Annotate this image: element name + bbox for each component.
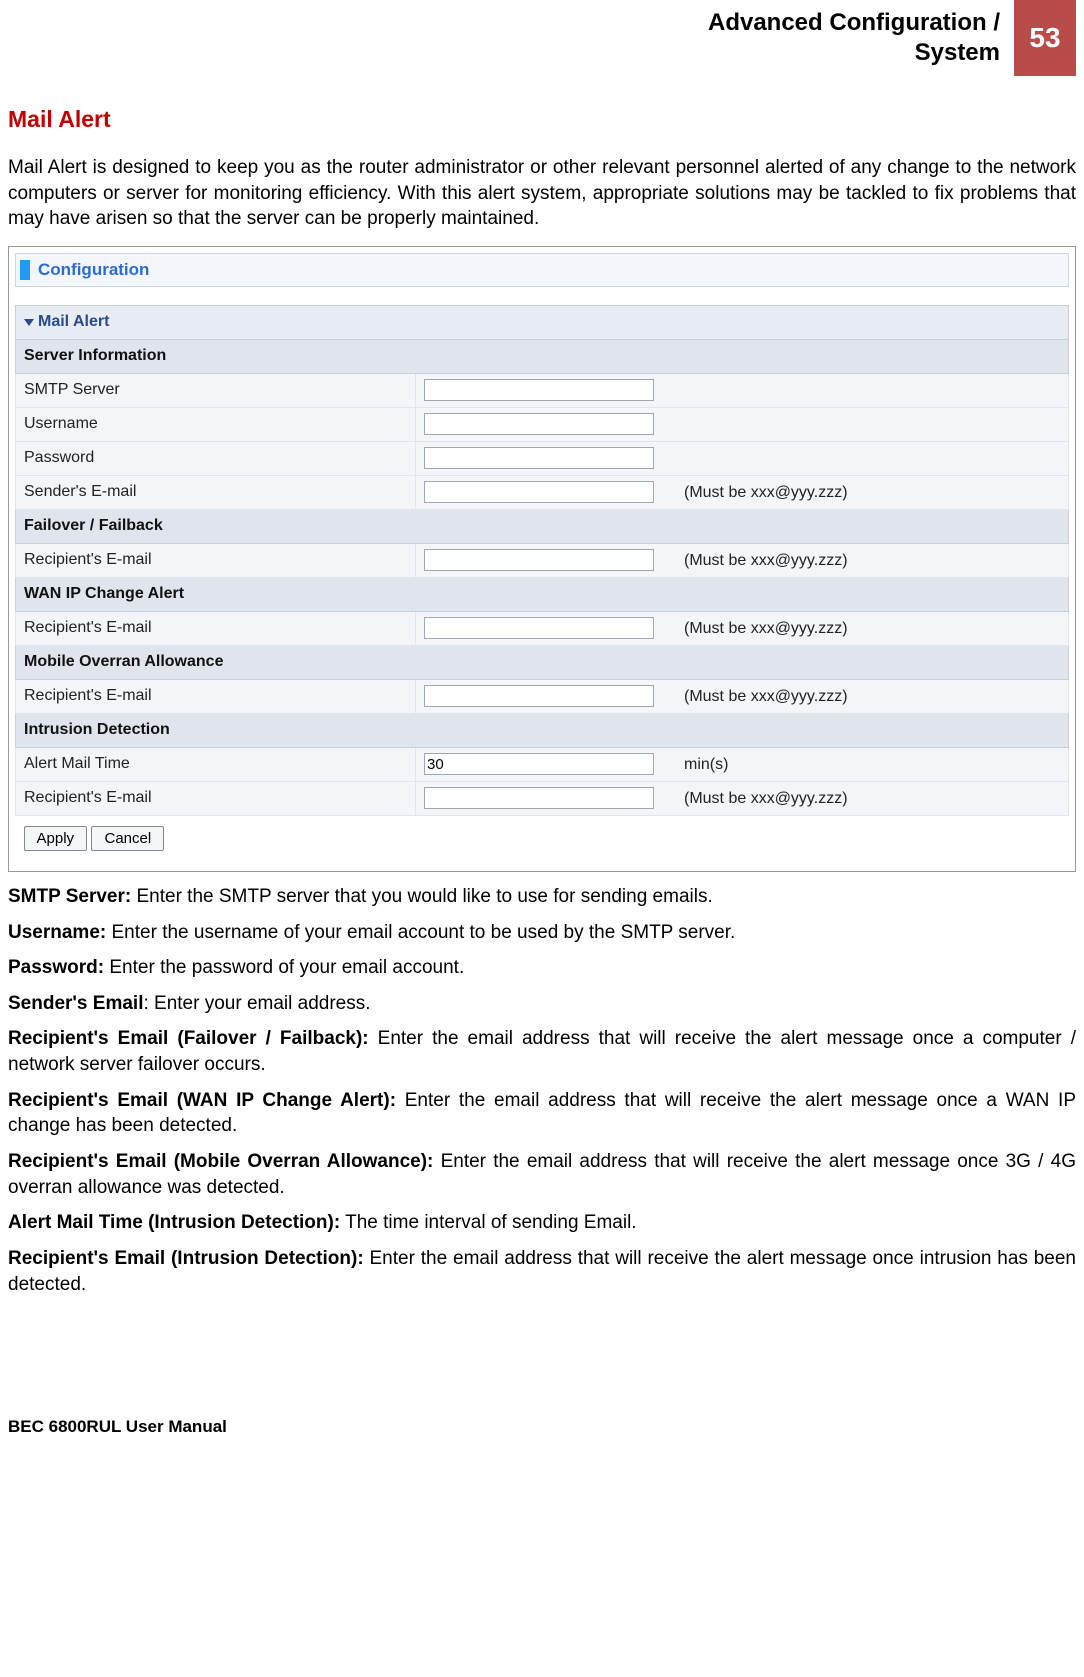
cancel-button[interactable]: Cancel <box>91 826 164 851</box>
footer-manual-title: BEC 6800RUL User Manual <box>8 1417 1076 1437</box>
desc-term: Username: <box>8 922 106 943</box>
desc-term: Recipient's Email (Failover / Failback): <box>8 1028 369 1049</box>
wanip-recipient-input[interactable] <box>424 617 654 639</box>
mobile-recipient-input[interactable] <box>424 685 654 707</box>
page-number-badge: 53 <box>1014 0 1076 76</box>
alert-mail-time-label: Alert Mail Time <box>16 747 416 781</box>
failover-recipient-input[interactable] <box>424 549 654 571</box>
field-descriptions: SMTP Server: Enter the SMTP server that … <box>8 884 1076 1297</box>
config-header-label: Configuration <box>38 260 149 280</box>
section-failover: Failover / Failback <box>16 509 1069 543</box>
panel-title-row[interactable]: Mail Alert <box>16 305 1069 339</box>
email-format-hint: (Must be xxx@yyy.zzz) <box>684 484 848 501</box>
wanip-recipient-label: Recipient's E-mail <box>16 611 416 645</box>
smtp-server-label: SMTP Server <box>16 373 416 407</box>
breadcrumb: Advanced Configuration / System <box>708 0 1014 76</box>
desc-term: Recipient's Email (Intrusion Detection): <box>8 1248 364 1269</box>
chevron-down-icon <box>24 319 34 326</box>
password-input[interactable] <box>424 447 654 469</box>
section-intrusion: Intrusion Detection <box>16 713 1069 747</box>
section-mobile-overran: Mobile Overran Allowance <box>16 645 1069 679</box>
page-header: Advanced Configuration / System 53 <box>8 0 1076 76</box>
accent-bar-icon <box>20 260 30 280</box>
desc-term: Recipient's Email (Mobile Overran Allowa… <box>8 1151 433 1172</box>
desc-term: SMTP Server: <box>8 886 131 907</box>
email-format-hint: (Must be xxx@yyy.zzz) <box>684 688 848 705</box>
intrusion-recipient-input[interactable] <box>424 787 654 809</box>
username-label: Username <box>16 407 416 441</box>
password-label: Password <box>16 441 416 475</box>
intrusion-recipient-label: Recipient's E-mail <box>16 781 416 815</box>
smtp-server-input[interactable] <box>424 379 654 401</box>
email-format-hint: (Must be xxx@yyy.zzz) <box>684 790 848 807</box>
desc-text: The time interval of sending Email. <box>340 1212 636 1233</box>
apply-button[interactable]: Apply <box>24 826 88 851</box>
desc-text: Enter the username of your email account… <box>106 922 735 943</box>
desc-text: : Enter your email address. <box>143 993 370 1014</box>
page-number: 53 <box>1029 22 1060 54</box>
alert-mail-time-unit: min(s) <box>684 756 728 773</box>
section-title: Mail Alert <box>8 106 1076 133</box>
desc-text: Enter the SMTP server that you would lik… <box>131 886 713 907</box>
section-server-info: Server Information <box>16 339 1069 373</box>
sender-email-label: Sender's E-mail <box>16 475 416 509</box>
sender-email-input[interactable] <box>424 481 654 503</box>
header-line-1: Advanced Configuration / <box>708 9 1000 36</box>
desc-text: Enter the password of your email account… <box>104 957 464 978</box>
username-input[interactable] <box>424 413 654 435</box>
email-format-hint: (Must be xxx@yyy.zzz) <box>684 552 848 569</box>
intro-paragraph: Mail Alert is designed to keep you as th… <box>8 155 1076 232</box>
mobile-recipient-label: Recipient's E-mail <box>16 679 416 713</box>
failover-recipient-label: Recipient's E-mail <box>16 543 416 577</box>
header-line-2: System <box>915 39 1000 66</box>
mail-alert-form: Mail Alert Server Information SMTP Serve… <box>15 305 1069 861</box>
desc-term: Recipient's Email (WAN IP Change Alert): <box>8 1090 396 1111</box>
desc-term: Sender's Email <box>8 993 143 1014</box>
section-wan-ip: WAN IP Change Alert <box>16 577 1069 611</box>
email-format-hint: (Must be xxx@yyy.zzz) <box>684 620 848 637</box>
config-header-bar: Configuration <box>15 253 1069 287</box>
desc-term: Alert Mail Time (Intrusion Detection): <box>8 1212 340 1233</box>
desc-term: Password: <box>8 957 104 978</box>
config-screenshot: Configuration Mail Alert Server Informat… <box>8 246 1076 872</box>
panel-title: Mail Alert <box>38 313 109 330</box>
alert-mail-time-input[interactable] <box>424 753 654 775</box>
